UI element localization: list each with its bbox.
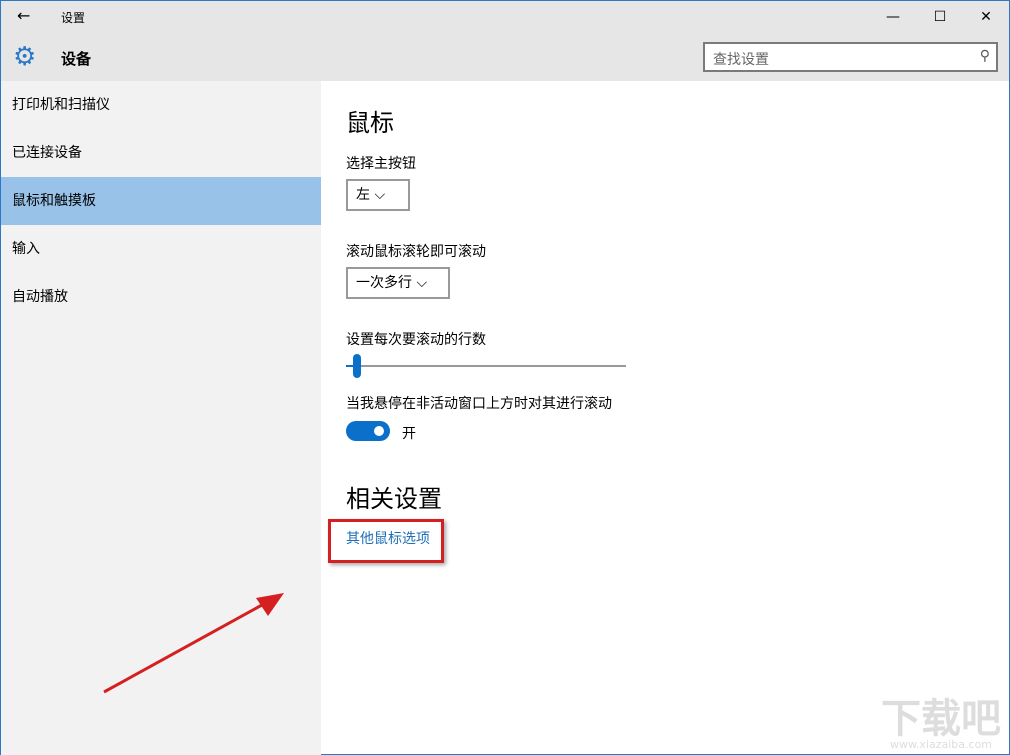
toggle-state: 开	[402, 423, 416, 443]
title-bar: ← 设置 — ☐ ✕	[1, 1, 1009, 33]
annotation-arrow-icon	[96, 586, 296, 701]
window-title: 设置	[61, 9, 85, 26]
page-title: 设备	[61, 48, 91, 69]
watermark: 下载吧www.xiazaiba.com	[881, 699, 1001, 750]
back-button[interactable]: ←	[17, 6, 30, 25]
sidebar-item-printers[interactable]: 打印机和扫描仪	[1, 81, 321, 129]
sidebar-item-mouse-touchpad[interactable]: 鼠标和触摸板	[1, 177, 321, 225]
annotation-highlight-box	[328, 519, 444, 563]
scroll-dropdown[interactable]: 一次多行 ⌵	[346, 267, 450, 299]
minimize-button[interactable]: —	[870, 1, 916, 33]
dropdown-value: 左	[356, 187, 370, 203]
sidebar-item-autoplay[interactable]: 自动播放	[1, 273, 321, 321]
primary-button-dropdown[interactable]: 左 ⌵	[346, 179, 410, 211]
dropdown-value: 一次多行	[356, 275, 412, 291]
search-placeholder: 查找设置	[713, 52, 769, 68]
header: ⚙ 设备 查找设置 ⚲	[1, 33, 1009, 81]
lines-slider[interactable]	[346, 365, 626, 367]
gear-icon: ⚙	[13, 43, 41, 71]
inactive-scroll-label: 当我悬停在非活动窗口上方时对其进行滚动	[346, 393, 612, 413]
chevron-down-icon: ⌵	[416, 275, 427, 291]
lines-label: 设置每次要滚动的行数	[346, 329, 486, 349]
related-settings-title: 相关设置	[346, 479, 442, 514]
primary-button-label: 选择主按钮	[346, 153, 416, 173]
slider-thumb[interactable]	[353, 354, 361, 378]
chevron-down-icon: ⌵	[374, 187, 385, 203]
scroll-label: 滚动鼠标滚轮即可滚动	[346, 241, 486, 261]
close-button[interactable]: ✕	[963, 1, 1009, 33]
search-icon[interactable]: ⚲	[980, 48, 990, 64]
section-title: 鼠标	[346, 103, 394, 138]
search-input[interactable]: 查找设置 ⚲	[703, 42, 998, 72]
inactive-scroll-toggle[interactable]	[346, 421, 390, 441]
maximize-button[interactable]: ☐	[917, 1, 963, 33]
sidebar-item-typing[interactable]: 输入	[1, 225, 321, 273]
sidebar-item-connected-devices[interactable]: 已连接设备	[1, 129, 321, 177]
